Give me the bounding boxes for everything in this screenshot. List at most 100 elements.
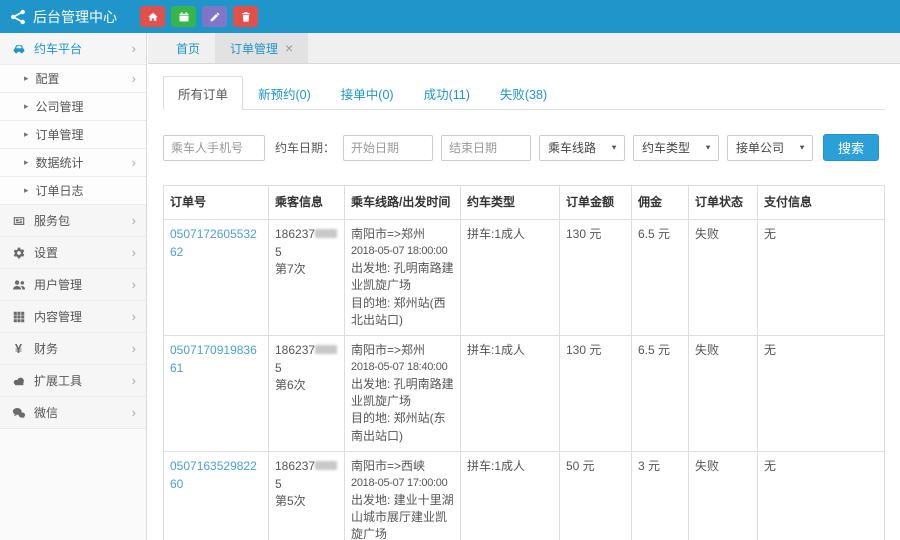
payment-cell: 无 [758,452,885,540]
phone-prefix: 186237 [275,459,315,473]
phone-prefix: 186237 [275,227,315,241]
select-route[interactable]: 乘车线路▼ [539,135,625,161]
ride-count: 第7次 [275,261,338,278]
subtab-new-reservations[interactable]: 新预约(0) [243,76,326,110]
home-icon [147,11,159,23]
chevron-right-icon: › [132,214,136,227]
select-value: 接单公司 [736,139,784,156]
sidebar-item-finance[interactable]: ¥ 财务 › [0,333,146,365]
route-line: 2018-05-07 18:00:00 [351,244,454,260]
redacted-phone-digits [315,461,337,470]
start-date-input[interactable] [343,135,433,161]
select-company[interactable]: 接单公司▼ [727,135,813,161]
sidebar-item-label: 扩展工具 [34,372,82,389]
order-number-cell: 050717260553262 [164,220,269,336]
tab-label: 首页 [176,40,200,57]
gear-icon [10,245,27,261]
payment-cell: 无 [758,336,885,452]
sidebar-item-company-management[interactable]: ▸ 公司管理 [0,93,146,121]
package-icon [10,213,27,229]
sidebar-item-config[interactable]: ▸配置› [0,65,146,93]
delete-button[interactable] [233,6,258,27]
chevron-right-icon: › [132,278,136,291]
booking-type-cell: 拼车:1成人 [461,452,560,540]
subtab-failed[interactable]: 失败(38) [485,76,562,110]
payment-cell: 无 [758,220,885,336]
sidebar-item-user-management[interactable]: 用户管理› [0,269,146,301]
sidebar-item-settings[interactable]: 设置› [0,237,146,269]
tab-label: 订单管理 [230,40,278,57]
column-header: 约车类型 [461,186,560,220]
order-number-cell: 050717091983661 [164,336,269,452]
end-date-input[interactable] [441,135,531,161]
subtab-success[interactable]: 成功(11) [409,76,485,110]
column-header: 订单金额 [560,186,632,220]
chevron-right-icon: › [132,42,136,55]
filter-bar: 约车日期： 乘车线路▼约车类型▼接单公司▼ 搜索 [163,134,885,161]
sidebar-item-label: 公司管理 [36,98,84,115]
app-logo: 后台管理中心 [0,7,138,27]
tab-order-management[interactable]: 订单管理 × [215,33,308,63]
route-line: 目的地: 郑州站(西北出站口) [351,295,454,330]
tab-home[interactable]: 首页 [161,33,215,63]
status-cell: 失败 [689,336,758,452]
sidebar-item-content-management[interactable]: 内容管理› [0,301,146,333]
amount-cell: 130 元 [560,220,632,336]
subtab-accepting[interactable]: 接单中(0) [326,76,409,110]
home-button[interactable] [140,6,165,27]
amount-cell: 50 元 [560,452,632,540]
redacted-phone-digits [315,229,337,238]
sidebar-item-order-management[interactable]: ▸订单管理 [0,121,146,149]
tab-bar: 首页 订单管理 × [148,33,900,64]
sidebar-item-order-logs[interactable]: ▸订单日志 [0,177,146,205]
sidebar-item-label: 约车平台 [34,40,82,57]
table-body: 0507172605532621862375第7次南阳市=>郑州2018-05-… [164,220,885,540]
route-line: 目的地: 郑州站(东南出站口) [351,410,454,445]
sidebar-item-extension-tools[interactable]: 扩展工具› [0,365,146,397]
sidebar-item-booking-platform[interactable]: 约车平台 › [0,33,146,65]
route-cell: 南阳市=>西峡2018-05-07 17:00:00出发地: 建业十里湖山城市展… [345,452,461,540]
wechat-icon [10,405,27,421]
column-header: 订单号 [164,186,269,220]
route-line: 出发地: 孔明南路建业凯旋广场 [351,376,454,411]
phone-input[interactable] [163,135,265,161]
sidebar-item-label: 订单日志 [36,182,84,199]
cloud-icon [10,373,27,389]
table-header-row: 订单号乘客信息乘车线路/出发时间约车类型订单金额佣金订单状态支付信息 [164,186,885,220]
table-row: 050717260553262 186237 5 第7次 南阳市=>郑州2018-05-… [164,220,885,336]
edit-button[interactable] [202,6,227,27]
chevron-right-icon: › [132,72,136,85]
sidebar-item-wechat[interactable]: 微信› [0,397,146,429]
order-number-link[interactable]: 050717260553262 [170,227,257,258]
search-button[interactable]: 搜索 [823,134,879,161]
commission-cell: 6.5 元 [632,336,689,452]
redacted-phone-digits [315,345,337,354]
status-cell: 失败 [689,452,758,540]
submenu-arrow-icon: ▸ [24,157,29,168]
sidebar-item-label: 财务 [34,340,58,357]
order-number-link[interactable]: 050717091983661 [170,343,257,374]
passenger-cell: 186237 5 第7次 [269,220,345,336]
chevron-right-icon: › [132,342,136,355]
submenu-arrow-icon: ▸ [24,101,29,112]
route-line: 南阳市=>郑州 [351,226,454,243]
route-line: 2018-05-07 18:40:00 [351,360,454,376]
yen-icon: ¥ [10,341,27,357]
column-header: 乘车线路/出发时间 [345,186,461,220]
app-title: 后台管理中心 [33,7,117,27]
phone-suffix: 5 [275,245,282,259]
pencil-icon [209,11,221,23]
sidebar-item-data-statistics[interactable]: ▸数据统计› [0,149,146,177]
column-header: 支付信息 [758,186,885,220]
close-icon[interactable]: × [285,41,293,55]
sidebar-item-service-package[interactable]: 服务包 › [0,205,146,237]
sidebar-item-label: 设置 [34,244,58,261]
select-booking-type[interactable]: 约车类型▼ [633,135,719,161]
route-line: 出发地: 孔明南路建业凯旋广场 [351,260,454,295]
subtab-all-orders[interactable]: 所有订单 [163,76,243,110]
route-line: 出发地: 建业十里湖山城市展厅建业凯旋广场 [351,492,454,540]
calendar-button[interactable] [171,6,196,27]
order-number-link[interactable]: 050716352982260 [170,459,257,490]
sidebar-item-label: 服务包 [34,212,70,229]
top-header: 后台管理中心 [0,0,900,33]
